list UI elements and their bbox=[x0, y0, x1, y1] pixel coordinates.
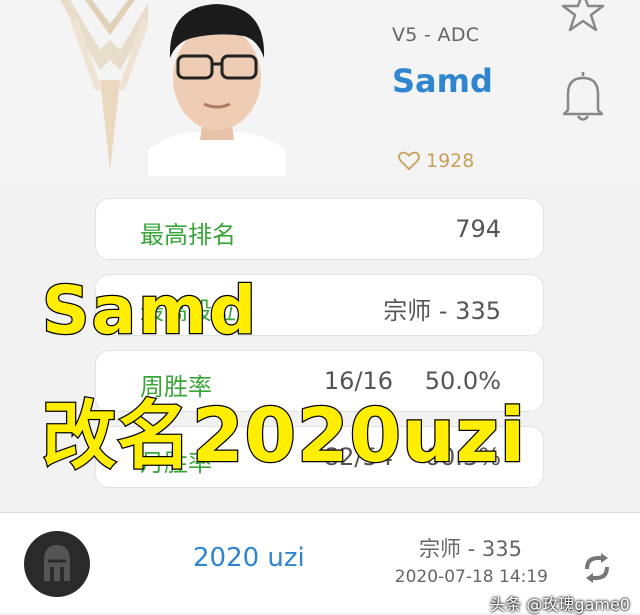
refresh-icon[interactable] bbox=[580, 551, 614, 585]
heart-icon bbox=[398, 151, 420, 171]
avatar bbox=[148, 0, 286, 176]
overlay-caption-line1: Samd bbox=[41, 271, 259, 351]
overlay-caption-line2: 改名2020uzi bbox=[41, 392, 527, 481]
stat-value: 794 bbox=[455, 215, 501, 243]
stat-card-highest-ranking: 最高排名 794 bbox=[95, 198, 544, 260]
watermark: 头条 @玫瑰game0 bbox=[489, 595, 630, 614]
history-time: 2020-07-18 14:19 bbox=[394, 567, 548, 587]
history-name: 2020 uzi bbox=[193, 543, 305, 573]
helmet-icon bbox=[24, 531, 90, 597]
name-history-row[interactable]: 2020 uzi 宗师 - 335 2020-07-18 14:19 头条 @玫… bbox=[0, 512, 640, 614]
likes-count: 1928 bbox=[426, 150, 475, 172]
bell-icon[interactable] bbox=[556, 68, 610, 124]
player-header: V5 - ADC Samd 1928 bbox=[0, 0, 640, 186]
like-button[interactable]: 1928 bbox=[398, 150, 474, 172]
star-icon[interactable] bbox=[556, 0, 610, 40]
stat-label: 最高排名 bbox=[140, 221, 236, 249]
stat-value: 宗师 - 335 bbox=[383, 297, 501, 325]
team-role: V5 - ADC bbox=[392, 24, 480, 46]
history-rank: 宗师 - 335 bbox=[418, 537, 522, 561]
player-name: Samd bbox=[392, 62, 493, 100]
